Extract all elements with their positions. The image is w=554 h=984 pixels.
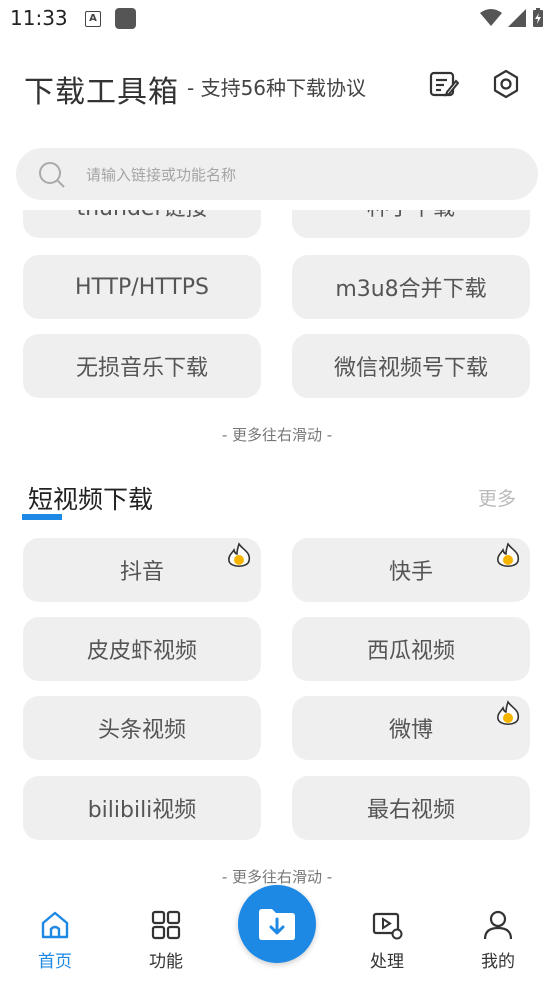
zuiyou-tile[interactable]: 最右视频 bbox=[292, 776, 530, 840]
http-download-tile[interactable]: HTTP/HTTPS bbox=[23, 255, 261, 319]
gear-icon bbox=[493, 69, 519, 99]
home-icon bbox=[41, 911, 69, 939]
signal-icon bbox=[508, 9, 526, 27]
notification-a-icon: A bbox=[85, 11, 101, 27]
scroll-hint: - 更多往右滑动 - bbox=[221, 868, 333, 886]
search-bar[interactable] bbox=[16, 148, 538, 202]
notification-square-icon bbox=[115, 8, 136, 29]
weibo-tile[interactable]: 微博 bbox=[292, 696, 530, 760]
protocol-tile[interactable]: thunder链接 bbox=[23, 210, 261, 238]
hot-flame-icon bbox=[497, 542, 520, 568]
status-icons bbox=[480, 8, 544, 28]
bottom-nav: 首页 功能 处理 我的 bbox=[0, 885, 554, 984]
battery-icon bbox=[533, 8, 543, 27]
video-settings-icon bbox=[372, 912, 403, 940]
app-title: 下载工具箱 bbox=[24, 75, 179, 110]
section-title: 短视频下载 bbox=[22, 480, 153, 520]
nav-features-label: 功能 bbox=[149, 952, 183, 972]
m3u8-download-tile[interactable]: m3u8合并下载 bbox=[292, 255, 530, 319]
settings-button[interactable] bbox=[489, 67, 523, 101]
person-icon bbox=[483, 910, 513, 940]
nav-features[interactable]: 功能 bbox=[126, 909, 206, 972]
nav-process[interactable]: 处理 bbox=[347, 909, 427, 972]
wechat-video-tile[interactable]: 微信视频号下载 bbox=[292, 334, 530, 398]
edit-list-icon bbox=[429, 71, 459, 97]
section-title-underline bbox=[22, 514, 62, 520]
grid-icon bbox=[151, 910, 181, 940]
main-scroll[interactable]: thunder链接 种子下载 HTTP/HTTPS m3u8合并下载 无损音乐下… bbox=[0, 210, 554, 895]
nav-process-label: 处理 bbox=[370, 952, 404, 972]
search-input[interactable] bbox=[84, 148, 508, 202]
status-bar: 11:33 A bbox=[0, 0, 554, 38]
scroll-hint: - 更多往右滑动 - bbox=[221, 426, 333, 444]
nav-mine-label: 我的 bbox=[481, 952, 515, 972]
notes-button[interactable] bbox=[427, 67, 461, 101]
search-icon bbox=[39, 162, 65, 188]
nav-home-label: 首页 bbox=[38, 952, 72, 972]
download-fab[interactable] bbox=[238, 885, 316, 963]
toutiao-tile[interactable]: 头条视频 bbox=[23, 696, 261, 760]
hot-flame-icon bbox=[228, 542, 251, 568]
status-time: 11:33 bbox=[10, 6, 68, 30]
xigua-tile[interactable]: 西瓜视频 bbox=[292, 617, 530, 681]
hot-flame-icon bbox=[497, 700, 520, 726]
douyin-tile[interactable]: 抖音 bbox=[23, 538, 261, 602]
more-link[interactable]: 更多 bbox=[478, 484, 516, 511]
bilibili-tile[interactable]: bilibili视频 bbox=[23, 776, 261, 840]
protocol-tile[interactable]: 种子下载 bbox=[292, 210, 530, 238]
pipixia-tile[interactable]: 皮皮虾视频 bbox=[23, 617, 261, 681]
wifi-icon bbox=[480, 9, 502, 26]
nav-home[interactable]: 首页 bbox=[15, 909, 95, 972]
nav-mine[interactable]: 我的 bbox=[458, 909, 538, 972]
download-folder-icon bbox=[259, 909, 295, 940]
kuaishou-tile[interactable]: 快手 bbox=[292, 538, 530, 602]
lossless-music-tile[interactable]: 无损音乐下载 bbox=[23, 334, 261, 398]
app-header: 下载工具箱 - 支持56种下载协议 bbox=[0, 55, 554, 115]
app-subtitle: - 支持56种下载协议 bbox=[187, 76, 367, 100]
